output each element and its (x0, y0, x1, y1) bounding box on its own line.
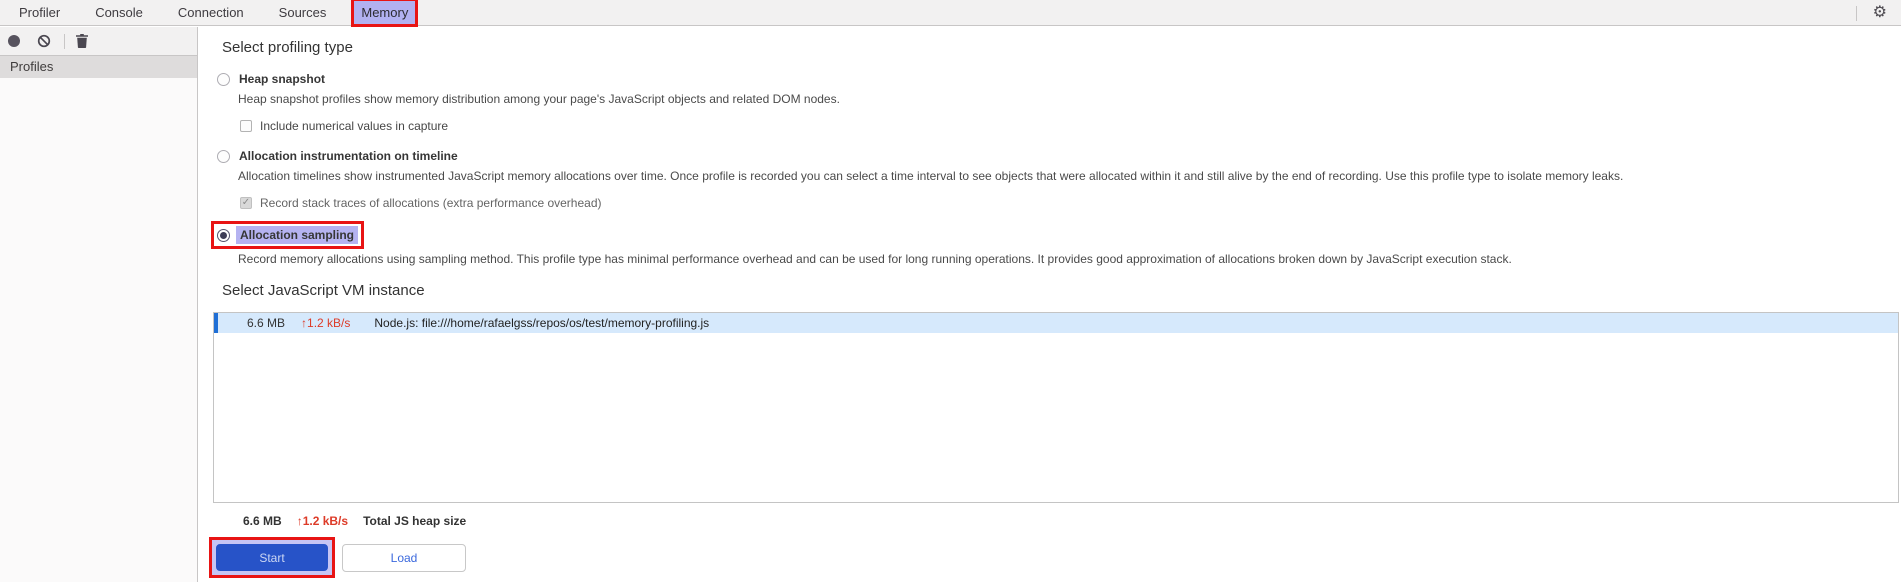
checkbox-include-numerical-values[interactable]: Include numerical values in capture (240, 119, 1901, 133)
vm-instance-row[interactable]: 6.6 MB ↑1.2 kB/s Node.js: file:///home/r… (214, 313, 1898, 333)
tabbar-separator (1855, 5, 1857, 21)
radio-icon[interactable] (217, 149, 230, 163)
sidebar: Profiles (0, 27, 198, 582)
option-allocation-instrumentation: Allocation instrumentation on timeline A… (217, 149, 1901, 210)
tab-sources[interactable]: Sources (272, 1, 334, 24)
profiler-toolbar (0, 27, 197, 56)
annotation-box-start: Start (209, 537, 335, 578)
vm-instance-name: Node.js: file:///home/rafaelgss/repos/os… (374, 316, 710, 330)
total-heap-size: 6.6 MB (243, 514, 282, 528)
radio-selected-icon[interactable] (217, 228, 230, 242)
heap-summary: 6.6 MB ↑1.2 kB/s Total JS heap size (243, 514, 1901, 528)
clear-icon[interactable] (37, 34, 51, 48)
total-heap-label: Total JS heap size (363, 514, 467, 528)
toolbar-separator (64, 33, 65, 49)
start-button[interactable]: Start (216, 544, 328, 571)
rate-value: 1.2 kB/s (307, 316, 351, 330)
checkbox-label: Record stack traces of allocations (extr… (260, 196, 602, 210)
tab-memory[interactable]: Memory (351, 0, 419, 27)
settings-gear-icon[interactable]: ⚙ (1873, 5, 1887, 21)
vm-instance-heading: Select JavaScript VM instance (222, 282, 425, 299)
tab-console[interactable]: Console (88, 1, 150, 24)
option-description: Record memory allocations using sampling… (238, 252, 1512, 266)
radio-heap-snapshot[interactable]: Heap snapshot (217, 72, 1901, 86)
checkbox-icon[interactable] (240, 120, 252, 132)
checkbox-checked-icon[interactable]: ✓ (240, 197, 252, 209)
rate-value: 1.2 kB/s (302, 514, 349, 528)
annotation-box-allocation-sampling: Allocation sampling (210, 221, 365, 249)
trash-icon[interactable] (76, 34, 88, 48)
action-buttons: Start Load (209, 537, 1901, 578)
option-heap-snapshot: Heap snapshot Heap snapshot profiles sho… (217, 72, 1901, 133)
radio-allocation-sampling[interactable]: Allocation sampling (217, 226, 359, 244)
option-label: Allocation sampling (236, 226, 359, 244)
profiling-type-heading: Select profiling type (222, 39, 353, 56)
vm-allocation-rate: ↑1.2 kB/s (301, 316, 350, 330)
vm-heap-size: 6.6 MB (247, 316, 286, 330)
memory-panel: Select profiling type Heap snapshot Heap… (199, 27, 1901, 582)
tab-bar: Profiler Console Connection Sources Memo… (0, 0, 1901, 27)
option-label: Heap snapshot (239, 72, 326, 86)
tabbar-right-controls: ⚙ (1855, 0, 1901, 26)
checkbox-record-stack-traces[interactable]: ✓ Record stack traces of allocations (ex… (240, 196, 1901, 210)
tab-connection[interactable]: Connection (171, 1, 251, 24)
option-allocation-sampling: Allocation sampling Record memory alloca… (210, 210, 1901, 266)
vm-instance-list: 6.6 MB ↑1.2 kB/s Node.js: file:///home/r… (213, 312, 1899, 503)
option-description: Allocation timelines show instrumented J… (238, 169, 1624, 183)
total-allocation-rate: ↑1.2 kB/s (297, 514, 348, 528)
sidebar-item-profiles[interactable]: Profiles (0, 56, 197, 78)
checkbox-label: Include numerical values in capture (260, 119, 449, 133)
start-focus-ring: Start (212, 540, 332, 575)
tab-profiler[interactable]: Profiler (12, 1, 67, 24)
radio-icon[interactable] (217, 72, 230, 86)
option-label: Allocation instrumentation on timeline (239, 149, 458, 163)
radio-allocation-instrumentation[interactable]: Allocation instrumentation on timeline (217, 149, 1901, 163)
option-description: Heap snapshot profiles show memory distr… (238, 92, 840, 106)
load-button[interactable]: Load (342, 543, 466, 572)
record-icon[interactable] (8, 35, 20, 47)
